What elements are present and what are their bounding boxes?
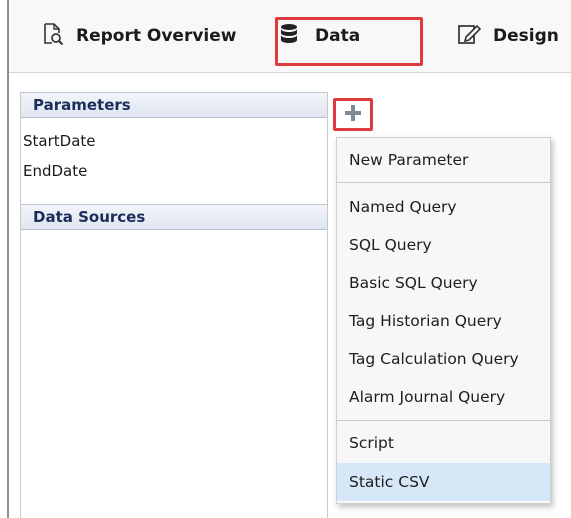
menu-separator <box>337 420 550 421</box>
tab-design-label: Design <box>493 26 559 46</box>
data-sources-header: Data Sources <box>21 204 327 230</box>
parameter-item[interactable]: EndDate <box>23 162 87 180</box>
menu-item-named-query[interactable]: Named Query <box>337 188 550 226</box>
window-left-edge <box>7 0 9 518</box>
tab-design[interactable]: Design <box>457 0 559 72</box>
report-search-icon <box>42 22 64 51</box>
menu-item-alarm-journal-query[interactable]: Alarm Journal Query <box>337 378 550 416</box>
add-data-source-button[interactable] <box>333 98 373 131</box>
tab-report-overview[interactable]: Report Overview <box>42 0 237 72</box>
plus-icon <box>344 104 362 126</box>
menu-item-new-parameter[interactable]: New Parameter <box>337 141 550 179</box>
menu-separator <box>337 182 550 183</box>
menu-item-tag-calculation-query[interactable]: Tag Calculation Query <box>337 340 550 378</box>
parameter-item[interactable]: StartDate <box>23 132 96 150</box>
tab-report-overview-label: Report Overview <box>76 26 237 46</box>
data-sources-panel: Parameters StartDate EndDate Data Source… <box>20 92 328 518</box>
parameters-header: Parameters <box>21 92 327 118</box>
menu-item-basic-sql-query[interactable]: Basic SQL Query <box>337 264 550 302</box>
menu-item-static-csv[interactable]: Static CSV <box>337 463 550 501</box>
data-tab-highlight-box <box>275 17 423 66</box>
menu-item-script[interactable]: Script <box>337 424 550 462</box>
edit-document-icon <box>457 23 482 50</box>
menu-item-tag-historian-query[interactable]: Tag Historian Query <box>337 302 550 340</box>
menu-item-sql-query[interactable]: SQL Query <box>337 226 550 264</box>
add-data-menu: New Parameter Named Query SQL Query Basi… <box>336 137 551 504</box>
